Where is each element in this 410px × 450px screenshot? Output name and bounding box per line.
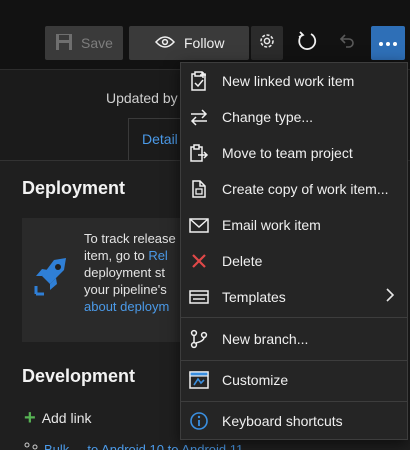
deploy-line-1: To track release xyxy=(84,231,176,246)
save-icon xyxy=(55,33,73,54)
menu-item-label: Change type... xyxy=(222,109,314,125)
menu-item-delete[interactable]: Delete xyxy=(181,243,407,279)
menu-item-label: Keyboard shortcuts xyxy=(222,413,343,429)
move-icon xyxy=(189,143,209,163)
updated-by-text: Updated by xyxy=(106,90,178,106)
settings-button[interactable] xyxy=(251,26,283,60)
menu-item-customize[interactable]: Customize xyxy=(181,362,407,398)
info-icon xyxy=(189,411,209,431)
releases-link[interactable]: Rel xyxy=(148,248,168,263)
development-heading: Development xyxy=(22,366,136,386)
deploy-line-2: item, go to Rel xyxy=(84,248,168,263)
plus-icon: + xyxy=(24,407,36,429)
tab-details[interactable]: Detail xyxy=(128,118,188,160)
template-icon xyxy=(189,287,209,307)
eye-icon xyxy=(154,35,176,52)
menu-item-change-type[interactable]: Change type... xyxy=(181,99,407,135)
deployment-heading: Deployment xyxy=(22,178,126,198)
add-link-button[interactable]: + Add link xyxy=(24,407,92,429)
menu-divider xyxy=(181,401,407,402)
menu-item-move-to-team-project[interactable]: Move to team project xyxy=(181,135,407,171)
menu-item-create-copy[interactable]: Create copy of work item... xyxy=(181,171,407,207)
menu-item-label: Templates xyxy=(222,289,286,305)
undo-button[interactable] xyxy=(331,26,363,60)
development-link-text: Bulk ... to Android 10 to Android 11 xyxy=(44,442,244,450)
x-icon xyxy=(189,251,209,271)
menu-item-new-linked-work-item[interactable]: New linked work item xyxy=(181,63,407,99)
copy-icon xyxy=(189,179,209,199)
menu-item-label: Move to team project xyxy=(222,145,353,161)
deploy-line-4: your pipeline's xyxy=(84,282,167,297)
more-actions-menu: New linked work item Change type... Move… xyxy=(180,62,408,440)
follow-button[interactable]: Follow xyxy=(129,26,249,60)
rocket-icon xyxy=(32,256,72,305)
menu-item-new-branch[interactable]: New branch... xyxy=(181,321,407,357)
menu-item-templates[interactable]: Templates xyxy=(181,279,407,315)
ellipsis-icon xyxy=(378,34,398,52)
menu-divider xyxy=(181,360,407,361)
menu-item-label: Email work item xyxy=(222,217,321,233)
branch-link-icon xyxy=(24,442,38,450)
menu-item-label: Create copy of work item... xyxy=(222,181,389,197)
refresh-button[interactable] xyxy=(291,26,323,60)
save-button[interactable]: Save xyxy=(45,26,123,60)
menu-item-label: Delete xyxy=(222,253,263,269)
follow-label: Follow xyxy=(184,35,225,51)
swap-icon xyxy=(189,107,209,127)
undo-icon xyxy=(337,31,357,56)
save-label: Save xyxy=(81,35,113,51)
work-item-toolbar: Save Follow xyxy=(0,0,410,70)
customize-icon xyxy=(189,370,209,390)
menu-item-label: New branch... xyxy=(222,331,309,347)
gear-icon xyxy=(257,31,277,56)
menu-item-keyboard-shortcuts[interactable]: Keyboard shortcuts xyxy=(181,403,407,439)
branch-icon xyxy=(189,329,209,349)
refresh-icon xyxy=(296,30,318,57)
menu-divider xyxy=(181,317,407,318)
deployment-card: To track release item, go to Rel deploym… xyxy=(22,218,192,342)
menu-item-label: Customize xyxy=(222,372,289,388)
menu-item-email-work-item[interactable]: Email work item xyxy=(181,207,407,243)
add-link-label: Add link xyxy=(41,410,92,426)
deploy-line-3: deployment st xyxy=(84,265,165,280)
chevron-right-icon xyxy=(385,287,395,307)
deployment-description: To track release item, go to Rel deploym… xyxy=(84,230,194,315)
mail-icon xyxy=(189,215,209,235)
learn-about-deployment-link[interactable]: about deploym xyxy=(84,298,194,315)
menu-item-label: New linked work item xyxy=(222,73,355,89)
tab-label: Detail xyxy=(142,131,178,147)
clipboard-icon xyxy=(189,71,209,91)
development-link-item[interactable]: Bulk ... to Android 10 to Android 11 xyxy=(24,442,243,450)
more-actions-button[interactable] xyxy=(371,26,405,60)
